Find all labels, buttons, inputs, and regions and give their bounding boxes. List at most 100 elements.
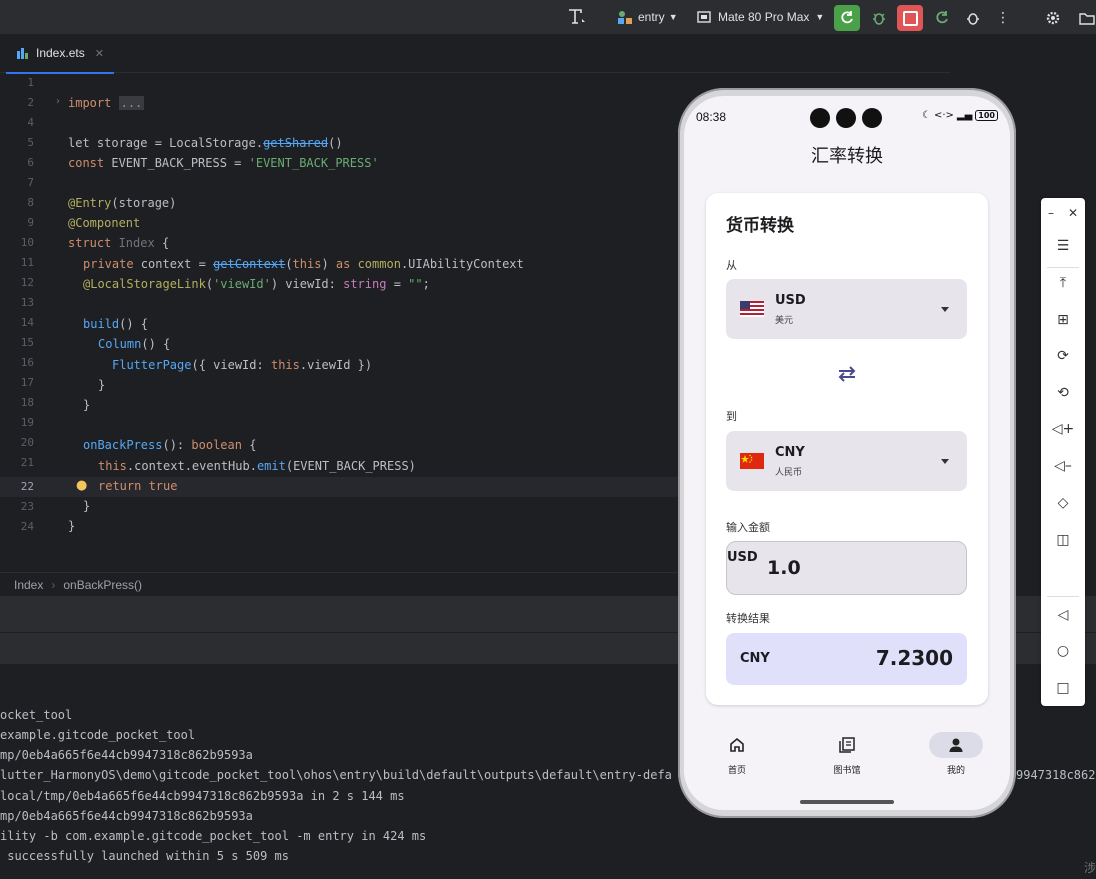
library-icon bbox=[839, 737, 855, 753]
close-icon[interactable]: ✕ bbox=[1068, 206, 1078, 220]
device-label: Mate 80 Pro Max bbox=[718, 10, 810, 24]
editor-tab-bar: Index.ets ✕ bbox=[0, 34, 950, 74]
profiler-button[interactable] bbox=[960, 5, 986, 31]
text-tool-button[interactable] bbox=[566, 0, 588, 34]
recents-button[interactable]: □ bbox=[1041, 673, 1085, 703]
nav-item-library[interactable]: 图书馆 bbox=[807, 732, 887, 776]
swap-arrows-icon bbox=[838, 366, 856, 382]
line-number: 20 bbox=[20, 436, 34, 449]
amount-label: 输入金额 bbox=[726, 521, 770, 534]
nav-item-profile[interactable]: 我的 bbox=[916, 732, 996, 776]
code-line: Column() { bbox=[98, 337, 171, 351]
code-line: @LocalStorageLink('viewId') viewId: stri… bbox=[83, 277, 430, 291]
code-line: return true bbox=[98, 479, 178, 493]
line-number: 18 bbox=[20, 396, 34, 409]
code-line: } bbox=[83, 499, 91, 513]
breadcrumb-item[interactable]: Index bbox=[14, 578, 43, 592]
chevron-right-icon: › bbox=[51, 577, 56, 592]
back-button[interactable]: ◁ bbox=[1041, 600, 1085, 630]
close-icon[interactable]: ✕ bbox=[95, 47, 104, 60]
pin-top-button[interactable]: ⤒ bbox=[1041, 268, 1085, 298]
amount-input[interactable]: USD 1.0 bbox=[726, 541, 967, 595]
console-line-tail: 9947318c862 bbox=[1016, 768, 1096, 782]
cn-flag-icon bbox=[740, 453, 764, 469]
line-number: 15 bbox=[20, 336, 34, 349]
line-number: 7 bbox=[27, 176, 34, 189]
to-currency-name: 人民币 bbox=[775, 468, 803, 478]
nav-label: 我的 bbox=[946, 766, 965, 776]
nav-label: 图书馆 bbox=[833, 766, 861, 776]
dropdown-arrow-icon bbox=[941, 459, 949, 464]
minimize-icon[interactable]: – bbox=[1048, 206, 1054, 220]
stop-button[interactable] bbox=[897, 5, 923, 31]
person-icon bbox=[949, 738, 963, 752]
debug-button[interactable] bbox=[866, 5, 892, 31]
menu-button[interactable]: ☰ bbox=[1041, 231, 1085, 261]
camera-icon bbox=[836, 108, 856, 128]
line-number: 2 bbox=[27, 96, 34, 109]
rotate-alt-button[interactable]: ⟲ bbox=[1041, 378, 1085, 408]
result-box: CNY 7.2300 bbox=[726, 633, 967, 685]
run-button[interactable] bbox=[834, 5, 860, 31]
to-label: 到 bbox=[726, 410, 737, 423]
from-currency-select[interactable]: USD 美元 bbox=[726, 279, 967, 339]
screenshot-button[interactable]: ⊞ bbox=[1041, 305, 1085, 335]
window-controls: – ✕ bbox=[1041, 198, 1085, 228]
console-line: lutter_HarmonyOS\demo\gitcode_pocket_too… bbox=[0, 768, 672, 782]
line-number: 24 bbox=[20, 520, 34, 533]
module-icon bbox=[618, 11, 632, 24]
volume-down-button[interactable]: ◁– bbox=[1041, 451, 1085, 481]
line-number: 16 bbox=[20, 356, 34, 369]
code-line: @Entry(storage) bbox=[68, 196, 177, 210]
module-selector[interactable]: entry ▼ bbox=[616, 0, 678, 34]
home-circle-icon: ○ bbox=[1056, 643, 1070, 659]
nav-item-home[interactable]: 首页 bbox=[697, 732, 777, 776]
fold-arrow-icon[interactable]: › bbox=[56, 96, 60, 107]
tab-label: Index.ets bbox=[36, 46, 85, 60]
settings-button[interactable] bbox=[1040, 5, 1066, 31]
swap-button[interactable] bbox=[832, 361, 862, 387]
emulator-toolbar: – ✕ ☰ ⤒ ⊞ ⟳ ⟲ ◁+ ◁– ◇ ◫ ◁ ○ □ bbox=[1041, 198, 1085, 706]
rerun-icon bbox=[841, 11, 853, 24]
card-title: 货币转换 bbox=[726, 216, 794, 236]
code-line: let storage = LocalStorage.getShared() bbox=[68, 136, 343, 150]
rotate-button[interactable]: ⟳ bbox=[1041, 341, 1085, 371]
folder-button[interactable] bbox=[1074, 5, 1096, 31]
code-line: onBackPress(): boolean { bbox=[83, 438, 257, 452]
home-button[interactable]: ○ bbox=[1041, 636, 1085, 666]
console-line: ocket_tool bbox=[0, 708, 73, 722]
line-number: 17 bbox=[20, 376, 34, 389]
apply-changes-icon bbox=[936, 11, 948, 24]
volume-up-button[interactable]: ◁+ bbox=[1041, 414, 1085, 444]
rotate-icon: ⟳ bbox=[1057, 348, 1069, 364]
crop-icon: ⊞ bbox=[1057, 312, 1069, 328]
back-triangle-icon: ◁ bbox=[1057, 607, 1069, 623]
camera-icon bbox=[862, 108, 882, 128]
ide-toolbar: entry ▼ Mate 80 Pro Max ▼ ⋮ bbox=[0, 0, 1096, 34]
apply-changes-button[interactable] bbox=[929, 5, 955, 31]
to-currency-code: CNY bbox=[775, 445, 805, 460]
home-indicator[interactable] bbox=[800, 800, 894, 804]
result-value: 7.2300 bbox=[875, 646, 953, 670]
converter-card: 货币转换 从 USD 美元 到 CNY 人民币 输入金额 USD 1.0 转换结… bbox=[706, 193, 988, 705]
phone-screen: 08:38 ☾ <·> ▂▄ 100 汇率转换 货币转换 从 USD 美元 到 bbox=[684, 96, 1010, 810]
lightbulb-icon[interactable]: ● bbox=[76, 478, 87, 493]
multi-device-button[interactable]: ◫ bbox=[1041, 525, 1085, 555]
more-actions-button[interactable]: ⋮ bbox=[990, 5, 1016, 31]
rotate-alt-icon: ⟲ bbox=[1057, 385, 1069, 401]
home-icon bbox=[730, 737, 744, 752]
volume-down-icon: ◁– bbox=[1054, 458, 1072, 474]
tab-index-ets[interactable]: Index.ets ✕ bbox=[6, 34, 114, 74]
bug-icon bbox=[873, 13, 885, 25]
result-currency-code: CNY bbox=[740, 651, 770, 666]
shake-button[interactable]: ◇ bbox=[1041, 488, 1085, 518]
moon-icon: ☾ bbox=[922, 110, 931, 121]
to-currency-select[interactable]: CNY 人民币 bbox=[726, 431, 967, 491]
line-number: 4 bbox=[27, 116, 34, 129]
code-line: import ... bbox=[68, 96, 145, 110]
camera-icon bbox=[810, 108, 830, 128]
breadcrumb-item[interactable]: onBackPress() bbox=[63, 578, 142, 592]
device-selector[interactable]: Mate 80 Pro Max ▼ bbox=[696, 0, 824, 34]
line-number: 5 bbox=[27, 136, 34, 149]
status-time: 08:38 bbox=[696, 110, 727, 124]
